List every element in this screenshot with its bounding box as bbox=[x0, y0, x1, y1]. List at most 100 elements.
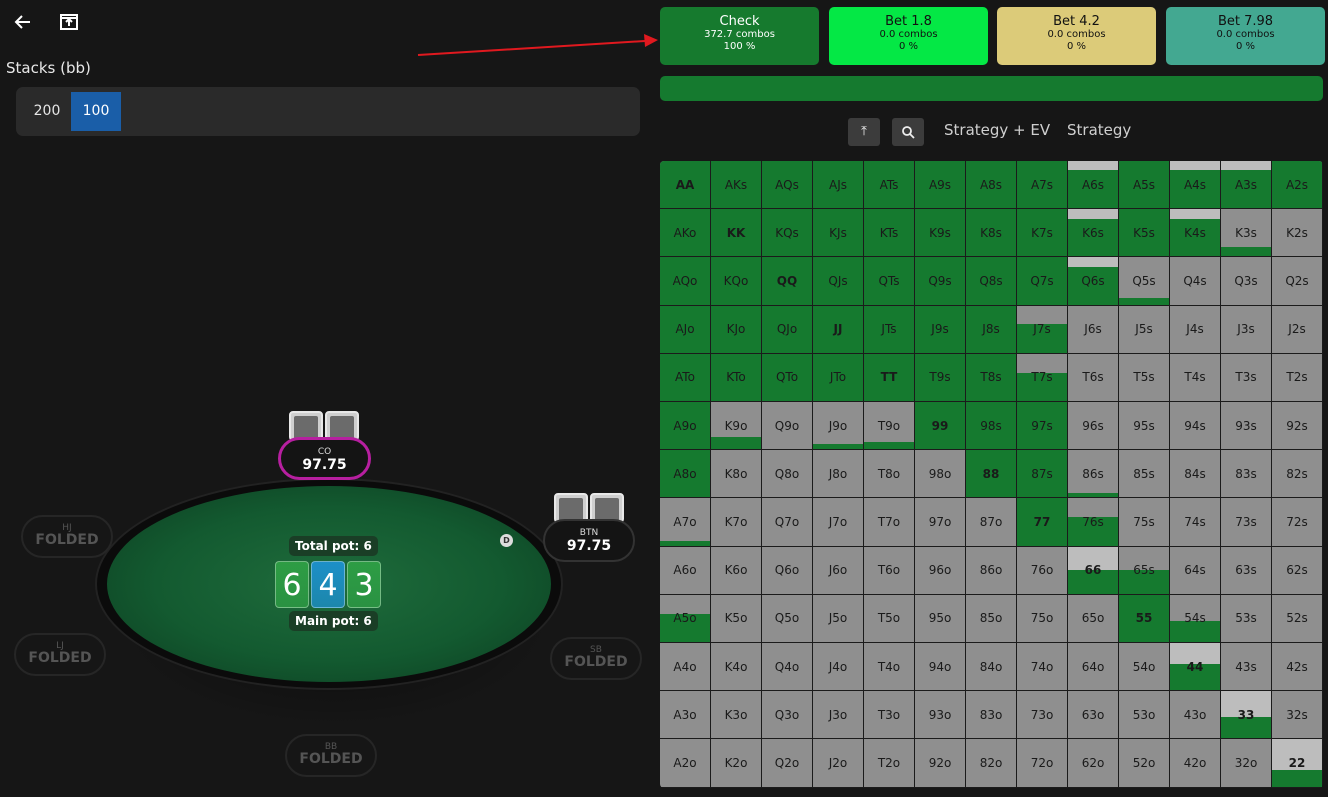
hand-cell[interactable]: Q7o bbox=[762, 498, 812, 546]
hand-cell[interactable]: ATo bbox=[660, 353, 710, 401]
hand-cell[interactable]: J3s bbox=[1221, 305, 1271, 353]
hand-cell[interactable]: KTo bbox=[711, 353, 761, 401]
stack-option-100[interactable]: 100 bbox=[71, 92, 121, 131]
hand-cell[interactable]: 94o bbox=[915, 643, 965, 691]
hand-cell[interactable]: 65s bbox=[1119, 546, 1169, 594]
hand-cell[interactable]: Q8o bbox=[762, 450, 812, 498]
tab-strategy[interactable]: Strategy bbox=[1067, 121, 1131, 139]
hand-cell[interactable]: 75o bbox=[1017, 594, 1067, 642]
pin-icon[interactable]: ⤒ bbox=[848, 118, 880, 146]
hand-cell[interactable]: J4s bbox=[1170, 305, 1220, 353]
hand-cell[interactable]: ATs bbox=[864, 161, 914, 209]
hand-cell[interactable]: KQo bbox=[711, 257, 761, 305]
hand-cell[interactable]: JJ bbox=[813, 305, 863, 353]
stack-option-200[interactable]: 200 bbox=[22, 92, 72, 131]
action-bet-1-8[interactable]: Bet 1.8 0.0 combos 0 % bbox=[829, 7, 988, 65]
hand-cell[interactable]: 76o bbox=[1017, 546, 1067, 594]
hand-cell[interactable]: AA bbox=[660, 161, 710, 209]
hand-cell[interactable]: 96o bbox=[915, 546, 965, 594]
hand-cell[interactable]: 83o bbox=[966, 691, 1016, 739]
hand-cell[interactable]: 53o bbox=[1119, 691, 1169, 739]
hand-cell[interactable]: 63o bbox=[1068, 691, 1118, 739]
hand-cell[interactable]: T7o bbox=[864, 498, 914, 546]
hand-cell[interactable]: J5s bbox=[1119, 305, 1169, 353]
hand-cell[interactable]: 82o bbox=[966, 739, 1016, 787]
hand-cell[interactable]: 65o bbox=[1068, 594, 1118, 642]
hand-cell[interactable]: T9s bbox=[915, 353, 965, 401]
hand-cell[interactable]: 64o bbox=[1068, 643, 1118, 691]
seat-lj[interactable]: LJ FOLDED bbox=[14, 633, 106, 676]
hand-cell[interactable]: AKs bbox=[711, 161, 761, 209]
tab-strategy-ev[interactable]: Strategy + EV bbox=[944, 121, 1050, 139]
hand-cell[interactable]: 96s bbox=[1068, 402, 1118, 450]
hand-cell[interactable]: 87s bbox=[1017, 450, 1067, 498]
hand-cell[interactable]: 95o bbox=[915, 594, 965, 642]
hand-cell[interactable]: 97o bbox=[915, 498, 965, 546]
hand-cell[interactable]: 52o bbox=[1119, 739, 1169, 787]
hand-cell[interactable]: 95s bbox=[1119, 402, 1169, 450]
seat-co[interactable]: CO 97.75 bbox=[278, 437, 371, 480]
hand-cell[interactable]: Q3o bbox=[762, 691, 812, 739]
hand-cell[interactable]: A6o bbox=[660, 546, 710, 594]
hand-cell[interactable]: Q7s bbox=[1017, 257, 1067, 305]
hand-cell[interactable]: K2o bbox=[711, 739, 761, 787]
hand-cell[interactable]: A9s bbox=[915, 161, 965, 209]
hand-cell[interactable]: J6s bbox=[1068, 305, 1118, 353]
hand-cell[interactable]: QTs bbox=[864, 257, 914, 305]
back-arrow-icon[interactable] bbox=[11, 10, 35, 34]
hand-cell[interactable]: 75s bbox=[1119, 498, 1169, 546]
hand-cell[interactable]: A3s bbox=[1221, 161, 1271, 209]
hand-cell[interactable]: K2s bbox=[1272, 209, 1322, 257]
hand-cell[interactable]: T9o bbox=[864, 402, 914, 450]
hand-cell[interactable]: 52s bbox=[1272, 594, 1322, 642]
action-bet-7-98[interactable]: Bet 7.98 0.0 combos 0 % bbox=[1166, 7, 1325, 65]
hand-cell[interactable]: 85s bbox=[1119, 450, 1169, 498]
hand-cell[interactable]: K3s bbox=[1221, 209, 1271, 257]
hand-cell[interactable]: 22 bbox=[1272, 739, 1322, 787]
hand-cell[interactable]: JTo bbox=[813, 353, 863, 401]
hand-cell[interactable]: A5s bbox=[1119, 161, 1169, 209]
hand-cell[interactable]: 43o bbox=[1170, 691, 1220, 739]
hand-cell[interactable]: K8s bbox=[966, 209, 1016, 257]
hand-cell[interactable]: 93o bbox=[915, 691, 965, 739]
hand-cell[interactable]: 93s bbox=[1221, 402, 1271, 450]
hand-cell[interactable]: A3o bbox=[660, 691, 710, 739]
hand-cell[interactable]: AQs bbox=[762, 161, 812, 209]
hand-cell[interactable]: J2s bbox=[1272, 305, 1322, 353]
hand-cell[interactable]: 84o bbox=[966, 643, 1016, 691]
hand-cell[interactable]: Q5s bbox=[1119, 257, 1169, 305]
hand-cell[interactable]: Q2o bbox=[762, 739, 812, 787]
hand-cell[interactable]: A7s bbox=[1017, 161, 1067, 209]
hand-cell[interactable]: A4o bbox=[660, 643, 710, 691]
hand-cell[interactable]: 86o bbox=[966, 546, 1016, 594]
hand-cell[interactable]: J7s bbox=[1017, 305, 1067, 353]
hand-cell[interactable]: Q4o bbox=[762, 643, 812, 691]
hand-cell[interactable]: 72s bbox=[1272, 498, 1322, 546]
hand-cell[interactable]: Q4s bbox=[1170, 257, 1220, 305]
hand-cell[interactable]: 72o bbox=[1017, 739, 1067, 787]
hand-cell[interactable]: QQ bbox=[762, 257, 812, 305]
hand-cell[interactable]: KJs bbox=[813, 209, 863, 257]
hand-cell[interactable]: 98o bbox=[915, 450, 965, 498]
hand-cell[interactable]: J3o bbox=[813, 691, 863, 739]
hand-cell[interactable]: T3s bbox=[1221, 353, 1271, 401]
hand-cell[interactable]: T4o bbox=[864, 643, 914, 691]
hand-cell[interactable]: K9o bbox=[711, 402, 761, 450]
hand-cell[interactable]: 84s bbox=[1170, 450, 1220, 498]
action-bet-4-2[interactable]: Bet 4.2 0.0 combos 0 % bbox=[997, 7, 1156, 65]
hand-cell[interactable]: KQs bbox=[762, 209, 812, 257]
hand-cell[interactable]: 53s bbox=[1221, 594, 1271, 642]
hand-cell[interactable]: 92o bbox=[915, 739, 965, 787]
hand-cell[interactable]: KK bbox=[711, 209, 761, 257]
hand-cell[interactable]: 94s bbox=[1170, 402, 1220, 450]
seat-bb[interactable]: BB FOLDED bbox=[285, 734, 377, 777]
hand-cell[interactable]: 66 bbox=[1068, 546, 1118, 594]
seat-btn[interactable]: BTN 97.75 bbox=[543, 519, 635, 562]
hand-cell[interactable]: T8s bbox=[966, 353, 1016, 401]
hand-cell[interactable]: K9s bbox=[915, 209, 965, 257]
hand-cell[interactable]: J5o bbox=[813, 594, 863, 642]
hand-cell[interactable]: 99 bbox=[915, 402, 965, 450]
hand-cell[interactable]: 82s bbox=[1272, 450, 1322, 498]
hand-cell[interactable]: J9s bbox=[915, 305, 965, 353]
hand-cell[interactable]: T8o bbox=[864, 450, 914, 498]
